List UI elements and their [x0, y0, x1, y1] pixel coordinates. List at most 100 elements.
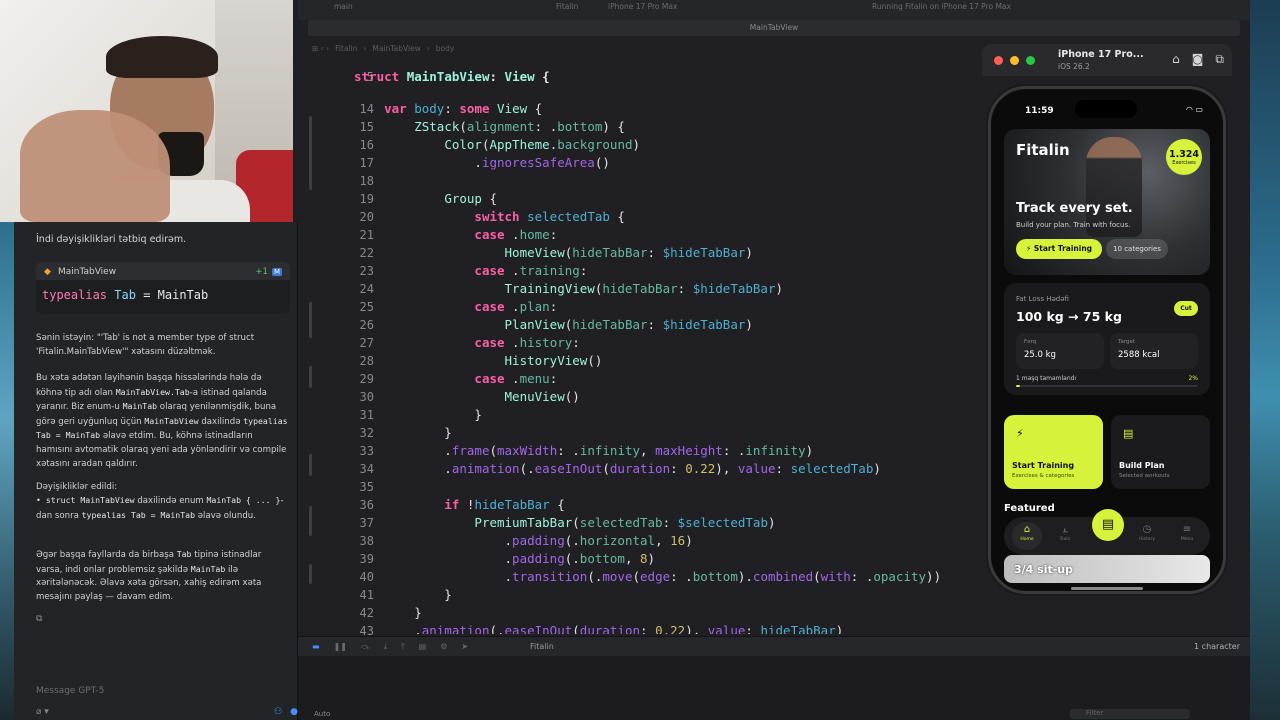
- code-line: .animation(.easeInOut(duration: 0.22), v…: [354, 461, 881, 476]
- modified-badge: M: [271, 268, 282, 276]
- tab-menu[interactable]: ≡ Menu: [1172, 524, 1202, 542]
- hero-headline: Track every set.: [1016, 201, 1133, 216]
- breadcrumb-item-project[interactable]: Fitalin: [335, 44, 357, 53]
- view-hierarchy-icon[interactable]: ▤: [419, 642, 427, 652]
- chat-paragraph-1: Sənin istəyin: "'Tab' is not a member ty…: [36, 333, 255, 357]
- progress-fill: [1016, 385, 1020, 387]
- code-line: case .history:: [474, 335, 580, 350]
- screenshot-icon[interactable]: ◙: [1192, 52, 1204, 67]
- file-card-header: ◆ MainTabView: [44, 267, 116, 277]
- code-line: ZStack(alignment: .bottom) {: [414, 119, 625, 134]
- code-line: .padding(.bottom, 8): [354, 551, 656, 566]
- stat-target: Target 2588 kcal: [1110, 333, 1198, 369]
- start-training-card[interactable]: ⚡ Start Training Exercises & categories: [1004, 415, 1103, 489]
- categories-pill[interactable]: 10 categories: [1106, 239, 1168, 259]
- changes-item: • struct MainTabView daxilində enum Main…: [36, 494, 288, 523]
- simulator-os: iOS 26.2: [1058, 62, 1090, 71]
- plan-center-button[interactable]: ▤: [1092, 509, 1124, 541]
- destination-label[interactable]: iPhone 17 Pro Max: [608, 2, 677, 11]
- message-input[interactable]: Message GPT-5: [36, 682, 298, 704]
- step-out-icon[interactable]: ⤒: [401, 642, 405, 652]
- debug-controls: ▬ ❚❚ ⤼ ⤓ ⤒ ▤ ⚙ ➤: [312, 642, 468, 652]
- desktop-wallpaper-right: [1250, 0, 1280, 720]
- card-title: Start Training: [1012, 461, 1075, 470]
- pause-icon[interactable]: ❚❚: [334, 642, 347, 652]
- changed-file-card[interactable]: ◆ MainTabView +1 M typealias Tab = MainT…: [36, 262, 290, 314]
- c1-text-b: daxilində enum: [134, 496, 207, 506]
- change-indicator: [309, 506, 312, 536]
- build-plan-card[interactable]: ▤ Build Plan Selected workouts: [1111, 415, 1210, 489]
- goal-value: 100 kg → 75 kg: [1016, 309, 1122, 324]
- c1-text-f: əlavə olundu.: [195, 510, 256, 521]
- home-icon[interactable]: ⌂: [1172, 52, 1180, 67]
- simulator-toolbar: ⌂ ◙ ⧉: [1172, 52, 1224, 67]
- zoom-button[interactable]: [1026, 56, 1035, 65]
- code-keyword: typealias: [42, 288, 108, 302]
- code-alias-name: Tab: [114, 288, 136, 302]
- send-icon[interactable]: ●: [290, 707, 298, 719]
- tab-label: Train: [1059, 537, 1071, 542]
- home-indicator: [1071, 587, 1143, 590]
- house-icon: ⌂: [1023, 524, 1031, 535]
- tab-label: History: [1138, 537, 1155, 542]
- step-over-icon[interactable]: ⤼: [361, 642, 370, 652]
- code-line: .padding(.horizontal, 16): [354, 533, 693, 548]
- chat-input-toolbar: ⌀ ▾ ⚇ ●: [36, 707, 298, 719]
- assistant-chat-panel: İndi dəyişiklikləri tətbiq edirəm. ◆ Mai…: [14, 222, 298, 720]
- code-equals: =: [143, 288, 151, 302]
- close-button[interactable]: [994, 56, 1003, 65]
- simulator-window: iPhone 17 Pro... iOS 26.2 ⌂ ◙ ⧉ 11:59 ◠ …: [982, 44, 1232, 604]
- scheme-label[interactable]: Fitalin: [556, 2, 578, 11]
- breadcrumb-item-symbol[interactable]: body: [436, 44, 455, 53]
- model-icon[interactable]: ⚇: [274, 707, 282, 719]
- tab-maintabview[interactable]: MainTabView: [750, 23, 798, 32]
- code-line: var body: some View {: [384, 101, 543, 116]
- iphone-screen: 11:59 ◠ ▭ Fitalin 1.324 Exercises Track …: [988, 86, 1226, 594]
- code-line: }: [354, 407, 482, 422]
- code-line: MenuView(): [504, 389, 580, 404]
- goal-card[interactable]: Fat Loss Hədəfi 100 kg → 75 kg Cut Fərq …: [1004, 283, 1210, 395]
- status-time: 11:59: [1025, 106, 1054, 116]
- menu-icon: ≡: [1182, 524, 1192, 535]
- dynamic-island: [1075, 100, 1137, 118]
- breadcrumb-separator: ›: [426, 44, 430, 53]
- code-line: case .home:: [474, 227, 558, 242]
- code-line: HistoryView(): [504, 353, 603, 368]
- premium-tab-bar: ⌂ Home ⫠ Train ▤ ◷ History ≡ Menu: [1004, 509, 1210, 555]
- step-in-icon[interactable]: ⤓: [384, 642, 388, 652]
- stat-value: 2588 kcal: [1118, 350, 1160, 360]
- copy-message-icon[interactable]: ⧉: [36, 614, 42, 624]
- debug-bar: ▬ ❚❚ ⤼ ⤓ ⤒ ▤ ⚙ ➤ Fitalin 1 character: [298, 636, 1250, 656]
- memory-graph-icon[interactable]: ⚙: [440, 642, 447, 652]
- minimize-button[interactable]: [1010, 56, 1019, 65]
- branch-label[interactable]: main: [334, 2, 353, 11]
- wifi-battery-icon: ◠ ▭: [1185, 105, 1203, 114]
- chat-paragraph-3: Əgər başqa fayllarda da birbaşa Tab tipi…: [36, 548, 288, 604]
- attach-icon[interactable]: ⌀ ▾: [36, 707, 49, 719]
- breadcrumb-item-file[interactable]: MainTabView: [372, 44, 420, 53]
- location-icon[interactable]: ➤: [461, 642, 468, 652]
- dumbbell-icon: ⫠: [1061, 524, 1069, 535]
- breadcrumb-nav-icon[interactable]: ⊞ ‹ ›: [312, 44, 329, 53]
- code-line: .frame(maxWidth: .infinity, maxHeight: .…: [354, 443, 814, 458]
- console-filter[interactable]: Filter: [1070, 709, 1190, 719]
- progress-bar: [1016, 385, 1198, 387]
- change-indicator: [309, 454, 312, 476]
- tab-history[interactable]: ◷ History: [1132, 524, 1162, 542]
- start-training-button[interactable]: ⚡ Start Training: [1016, 239, 1102, 259]
- rotate-icon[interactable]: ⧉: [1215, 52, 1224, 67]
- code-line: .animation(.easeInOut(duration: 0.22), v…: [354, 623, 844, 634]
- tab-home[interactable]: ⌂ Home: [1012, 524, 1042, 542]
- console-mode[interactable]: Auto: [314, 710, 330, 718]
- progress-percent: 2%: [1188, 375, 1198, 382]
- chat-paragraph-2: Bu xəta adətən layihənin başqa hissələri…: [36, 372, 288, 471]
- goal-mode-pill: Cut: [1174, 301, 1198, 316]
- code-line: }: [354, 605, 422, 620]
- c1-code-e: typealias Tab = MainTab: [81, 509, 195, 520]
- breakpoints-icon[interactable]: ▬: [312, 642, 320, 652]
- featured-item-card[interactable]: 3/4 sit-up: [1004, 555, 1210, 583]
- file-card-name: MainTabView: [58, 267, 117, 277]
- diff-count: +1: [255, 267, 268, 277]
- change-indicator: [309, 116, 312, 190]
- tab-train[interactable]: ⫠ Train: [1050, 524, 1080, 542]
